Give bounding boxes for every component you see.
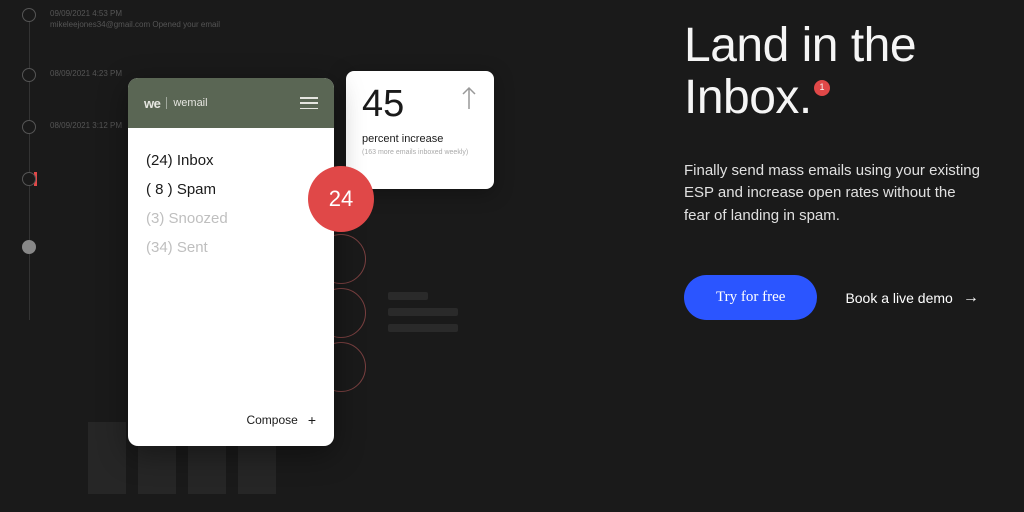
logo-name: wemail (173, 97, 207, 109)
book-demo-label: Book a live demo (845, 290, 952, 306)
timeline-text: 08/09/2021 4:23 PM (50, 68, 122, 79)
bar (88, 422, 126, 494)
subheadline: Finally send mass emails using your exis… (684, 160, 984, 228)
headline-badge: 1 (814, 80, 830, 96)
headline-line1: Land in the (684, 19, 916, 72)
timeline-text: 09/09/2021 4:53 PM mikeleejones34@gmail.… (50, 8, 220, 30)
stat-subtext: (163 more emails inboxed weekly) (362, 149, 478, 156)
timeline-dot (22, 240, 36, 254)
cta-row: Try for free Book a live demo → (684, 275, 1004, 320)
folder-inbox[interactable]: (24) Inbox (146, 146, 316, 175)
compose-button[interactable]: Compose + (246, 412, 316, 428)
compose-label: Compose (246, 413, 297, 427)
timeline-date: 08/09/2021 3:12 PM (50, 121, 122, 130)
timeline-date: 08/09/2021 4:23 PM (50, 69, 122, 78)
timeline-item: 09/09/2021 4:53 PM mikeleejones34@gmail.… (22, 8, 222, 30)
timeline-dot (22, 68, 36, 82)
arrow-up-icon (460, 85, 478, 116)
logo-mark: we (144, 96, 160, 111)
timeline-detail: mikeleejones34@gmail.com Opened your ema… (50, 19, 220, 30)
menu-icon[interactable] (300, 97, 318, 109)
timeline-dot (22, 8, 36, 22)
stat-number: 45 (362, 85, 404, 123)
timeline-dot (22, 120, 36, 134)
count-badge: 24 (308, 166, 374, 232)
decorative-lines (388, 292, 458, 340)
try-free-button[interactable]: Try for free (684, 275, 817, 320)
plus-icon: + (308, 412, 316, 428)
stat-label: percent increase (362, 133, 478, 145)
phone-header: we wemail (128, 78, 334, 128)
badge-number: 24 (329, 186, 353, 212)
headline-line2: Inbox. (684, 71, 812, 124)
arrow-right-icon: → (963, 289, 979, 307)
stat-card: 45 percent increase (163 more emails inb… (346, 71, 494, 189)
app-logo: we wemail (144, 96, 208, 111)
folder-sent[interactable]: (34) Sent (146, 233, 316, 262)
timeline-date: 09/09/2021 4:53 PM (50, 9, 122, 18)
folder-list: (24) Inbox ( 8 ) Spam (3) Snoozed (34) S… (128, 128, 334, 262)
headline: Land in the Inbox. 1 (684, 20, 1004, 124)
timeline-line (29, 20, 30, 320)
hero-content: Land in the Inbox. 1 Finally send mass e… (684, 20, 1004, 320)
folder-spam[interactable]: ( 8 ) Spam (146, 175, 316, 204)
folder-snoozed[interactable]: (3) Snoozed (146, 204, 316, 233)
logo-divider (166, 97, 167, 109)
timeline-text: 08/09/2021 3:12 PM (50, 120, 122, 131)
book-demo-link[interactable]: Book a live demo → (845, 289, 978, 307)
phone-card: we wemail (24) Inbox ( 8 ) Spam (3) Snoo… (128, 78, 334, 446)
